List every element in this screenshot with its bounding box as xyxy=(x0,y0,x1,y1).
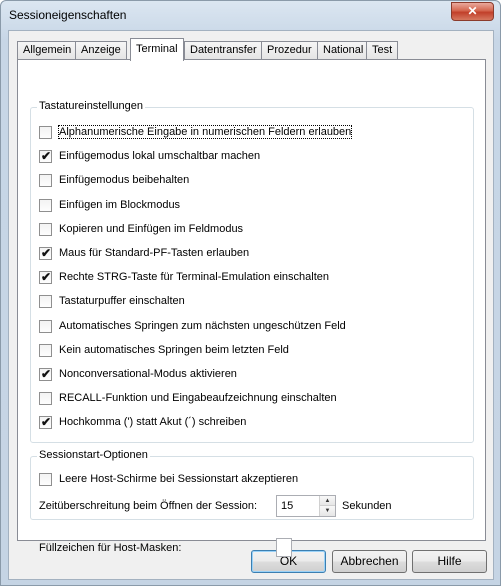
checkbox-box[interactable] xyxy=(39,199,52,212)
dialog-window: Sessioneigenschaften ✕ Allgemein Anzeige… xyxy=(0,0,501,586)
checkmark-icon: ✔ xyxy=(41,367,52,381)
checkbox-box[interactable]: ✔ xyxy=(39,367,52,381)
checkbox-label: Alphanumerische Eingabe in numerischen F… xyxy=(57,125,353,139)
checkbox-label: Einfügemodus beibehalten xyxy=(59,174,190,186)
spinner-up-icon[interactable]: ▲ xyxy=(320,496,335,506)
checkbox-label: Hochkomma (') statt Akut (´) schreiben xyxy=(59,416,247,428)
checkbox-label: Rechte STRG-Taste für Terminal-Emulation… xyxy=(59,271,330,283)
cancel-button[interactable]: Abbrechen xyxy=(332,550,407,573)
timeout-spinner[interactable]: 15 ▲ ▼ xyxy=(276,495,336,517)
window-title: Sessioneigenschaften xyxy=(9,8,127,22)
checkbox-label: Nonconversational-Modus aktivieren xyxy=(59,368,237,380)
spinner-down-icon[interactable]: ▼ xyxy=(320,506,335,516)
checkmark-icon: ✔ xyxy=(41,270,52,284)
checkbox-box[interactable] xyxy=(39,295,52,308)
spinner-buttons: ▲ ▼ xyxy=(319,496,335,516)
checkbox-box[interactable] xyxy=(39,473,52,486)
checkbox-box[interactable]: ✔ xyxy=(39,149,52,163)
checkmark-icon: ✔ xyxy=(41,246,52,260)
checkmark-icon: ✔ xyxy=(41,415,52,429)
checkbox-box[interactable] xyxy=(39,344,52,357)
checkbox-box[interactable] xyxy=(39,223,52,236)
checkbox-label: RECALL-Funktion und Eingabeaufzeichnung … xyxy=(59,392,337,404)
checkbox-box[interactable]: ✔ xyxy=(39,270,52,284)
checkbox-box[interactable] xyxy=(39,174,52,187)
timeout-unit: Sekunden xyxy=(342,500,392,512)
session-start-title: Sessionstart-Optionen xyxy=(37,449,150,461)
checkbox-box[interactable]: ✔ xyxy=(39,415,52,429)
fill-char-input[interactable] xyxy=(276,538,292,557)
tab-datentransfer[interactable]: Datentransfer xyxy=(184,41,263,60)
tab-anzeige[interactable]: Anzeige xyxy=(75,41,127,60)
checkbox-box[interactable]: ✔ xyxy=(39,246,52,260)
checkbox-label: Tastaturpuffer einschalten xyxy=(59,295,185,307)
keyboard-settings-title: Tastatureinstellungen xyxy=(37,100,145,112)
checkbox-box[interactable] xyxy=(39,126,52,139)
checkbox-label: Automatisches Springen zum nächsten unge… xyxy=(59,320,346,332)
tab-national[interactable]: National xyxy=(317,41,370,60)
tab-allgemein[interactable]: Allgemein xyxy=(17,41,78,60)
tab-prozedur[interactable]: Prozedur xyxy=(261,41,318,60)
checkbox-label: Kein automatisches Springen beim letzten… xyxy=(59,344,289,356)
checkbox-label: Kopieren und Einfügen im Feldmodus xyxy=(59,223,244,235)
checkbox-box[interactable] xyxy=(39,392,52,405)
fill-char-label: Füllzeichen für Host-Masken: xyxy=(39,542,182,554)
title-bar[interactable]: Sessioneigenschaften ✕ xyxy=(1,1,500,31)
checkbox-label: Leere Host-Schirme bei Sessionstart akze… xyxy=(59,473,299,485)
close-icon: ✕ xyxy=(467,4,478,18)
timeout-label: Zeitüberschreitung beim Öffnen der Sessi… xyxy=(39,500,258,512)
tab-terminal[interactable]: Terminal xyxy=(130,38,184,61)
tab-test[interactable]: Test xyxy=(366,41,399,60)
timeout-value[interactable]: 15 xyxy=(281,500,293,512)
checkbox-label: Einfügen im Blockmodus xyxy=(59,199,181,211)
dialog-client-area: Allgemein Anzeige Terminal Datentransfer… xyxy=(8,30,494,580)
checkbox-label: Maus für Standard-PF-Tasten erlauben xyxy=(59,247,250,259)
checkbox-label: Einfügemodus lokal umschaltbar machen xyxy=(59,150,261,162)
checkbox-box[interactable] xyxy=(39,320,52,333)
close-button[interactable]: ✕ xyxy=(451,2,494,21)
help-button[interactable]: Hilfe xyxy=(412,550,487,573)
checkmark-icon: ✔ xyxy=(41,149,52,163)
terminal-tab-panel: Tastatureinstellungen Alphanumerische Ei… xyxy=(17,59,486,557)
